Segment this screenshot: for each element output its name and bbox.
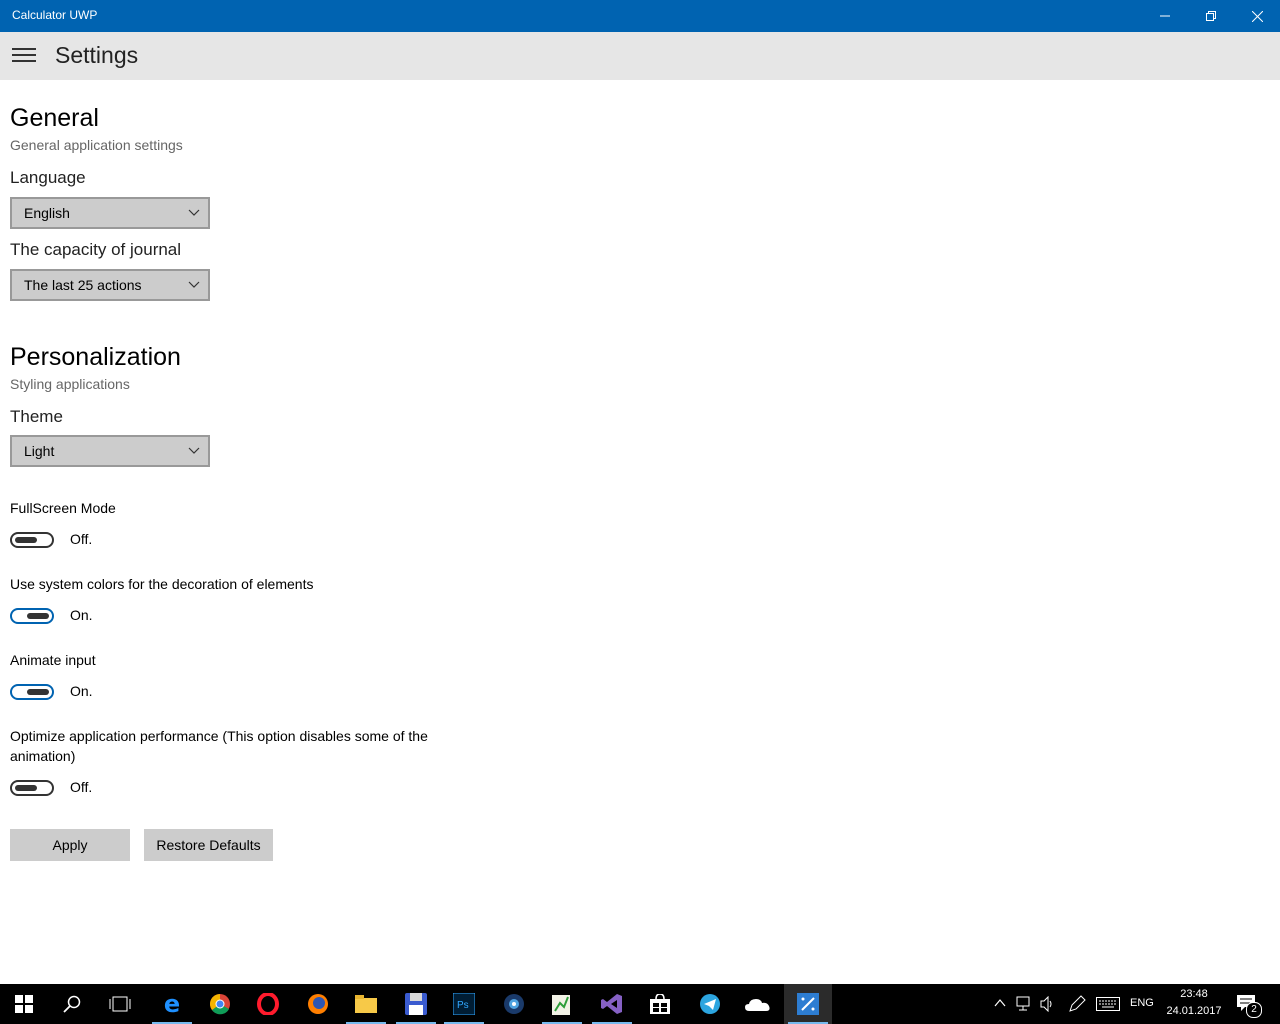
restore-icon: [1206, 11, 1216, 21]
theme-value: Light: [24, 443, 55, 459]
volume-icon[interactable]: [1040, 996, 1056, 1012]
taskbar-store[interactable]: [636, 984, 684, 1024]
optimize-performance-label: Optimize application performance (This o…: [10, 728, 428, 764]
chevron-down-icon: [188, 447, 200, 454]
taskbar-floppy-app[interactable]: [392, 984, 440, 1024]
language-value: English: [24, 205, 70, 221]
task-view-button[interactable]: [96, 984, 144, 1024]
restore-button[interactable]: [1188, 0, 1234, 32]
taskbar-opera[interactable]: [244, 984, 292, 1024]
journal-capacity-value: The last 25 actions: [24, 277, 142, 293]
taskbar-photoshop[interactable]: Ps: [440, 984, 488, 1024]
chrome-icon: [210, 994, 230, 1015]
system-colors-state: On.: [70, 607, 93, 623]
notification-count-badge: 2: [1246, 1002, 1262, 1018]
taskbar-firefox[interactable]: [294, 984, 342, 1024]
fullscreen-mode-toggle[interactable]: [10, 532, 54, 548]
animate-input-toggle[interactable]: [10, 684, 54, 700]
calculator-uwp-icon: [797, 993, 819, 1015]
theme-label: Theme: [10, 407, 63, 426]
firefox-icon: [308, 994, 328, 1014]
media-player-icon: [504, 994, 524, 1014]
edge-icon: e: [163, 990, 181, 1018]
hamburger-menu-icon[interactable]: [12, 48, 36, 64]
file-explorer-icon: [355, 995, 377, 1013]
general-section-title: General: [10, 104, 99, 132]
start-button[interactable]: [0, 984, 48, 1024]
task-view-icon: [109, 996, 131, 1012]
taskbar-media-player[interactable]: [490, 984, 538, 1024]
language-label: Language: [10, 168, 86, 187]
system-colors-toggle[interactable]: [10, 608, 54, 624]
chevron-down-icon: [188, 281, 200, 288]
visual-studio-icon: [601, 994, 622, 1014]
store-icon: [650, 994, 670, 1014]
taskbar: e Ps ENG 23:48 24.01.2017 2: [0, 984, 1280, 1024]
fullscreen-mode-label: FullScreen Mode: [10, 500, 116, 516]
restore-defaults-button[interactable]: Restore Defaults: [144, 829, 273, 861]
taskbar-chrome[interactable]: [196, 984, 244, 1024]
opera-icon: [257, 993, 279, 1015]
action-center-button[interactable]: 2: [1236, 994, 1262, 1018]
start-icon: [15, 995, 33, 1013]
chevron-down-icon: [188, 209, 200, 216]
optimize-performance-state: Off.: [70, 779, 93, 795]
telegram-icon: [700, 994, 720, 1014]
app-header: Settings: [0, 32, 1280, 80]
animate-input-label: Animate input: [10, 652, 96, 668]
optimize-performance-toggle[interactable]: [10, 780, 54, 796]
minimize-button[interactable]: [1142, 0, 1188, 32]
minimize-icon: [1160, 15, 1170, 17]
language-combobox[interactable]: English: [10, 197, 210, 229]
clock-date: 24.01.2017: [1166, 1005, 1222, 1017]
journal-capacity-combobox[interactable]: The last 25 actions: [10, 269, 210, 301]
apply-button[interactable]: Apply: [10, 829, 130, 861]
animate-input-state: On.: [70, 683, 93, 699]
taskbar-onedrive[interactable]: [734, 984, 782, 1024]
window-title: Calculator UWP: [12, 8, 98, 22]
page-title: Settings: [55, 42, 139, 68]
search-icon: [63, 995, 81, 1013]
personalization-section-subtitle: Styling applications: [10, 376, 130, 392]
system-colors-label: Use system colors for the decoration of …: [10, 576, 314, 592]
onedrive-icon: [745, 999, 770, 1011]
network-icon[interactable]: [1016, 996, 1034, 1012]
search-button[interactable]: [48, 984, 96, 1024]
taskbar-visual-studio[interactable]: [588, 984, 636, 1024]
taskbar-notepad[interactable]: [538, 984, 586, 1024]
general-section-subtitle: General application settings: [10, 137, 183, 153]
personalization-section-title: Personalization: [10, 343, 181, 371]
close-icon: [1251, 10, 1263, 22]
floppy-app-icon: [405, 993, 427, 1015]
touch-keyboard-icon[interactable]: [1096, 997, 1120, 1011]
clock-time: 23:48: [1180, 988, 1208, 1000]
taskbar-calculator-uwp[interactable]: [784, 984, 832, 1024]
journal-capacity-label: The capacity of journal: [10, 240, 182, 259]
show-hidden-icons-icon[interactable]: [994, 998, 1006, 1008]
photoshop-icon: Ps: [453, 993, 475, 1015]
clock[interactable]: 23:48 24.01.2017: [1160, 986, 1228, 1020]
notepad-icon: [552, 995, 570, 1015]
fullscreen-mode-state: Off.: [70, 531, 93, 547]
pen-workspace-icon[interactable]: [1068, 995, 1086, 1013]
taskbar-file-explorer[interactable]: [342, 984, 390, 1024]
input-language[interactable]: ENG: [1130, 997, 1154, 1009]
taskbar-telegram[interactable]: [686, 984, 734, 1024]
taskbar-edge[interactable]: e: [148, 984, 196, 1024]
window-titlebar: Calculator UWP: [0, 0, 1280, 32]
theme-combobox[interactable]: Light: [10, 435, 210, 467]
close-button[interactable]: [1234, 0, 1280, 32]
svg-text:Ps: Ps: [457, 1000, 469, 1011]
